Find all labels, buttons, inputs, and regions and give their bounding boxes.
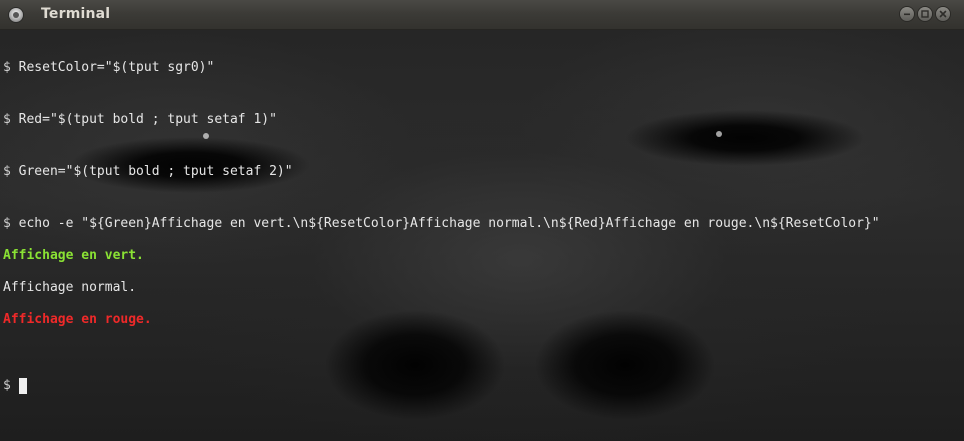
prompt: $ xyxy=(3,112,11,127)
prompt: $ xyxy=(3,60,11,75)
text-cursor xyxy=(18,378,27,394)
command-line-1: $ ResetColor="$(tput sgr0)" xyxy=(3,60,961,76)
command-line-4: $ echo -e "${Green}Affichage en vert.\n$… xyxy=(3,216,961,232)
output-red: Affichage en rouge. xyxy=(3,312,152,327)
command-text: Red="$(tput bold ; tput setaf 1)" xyxy=(18,112,277,127)
terminal-area[interactable]: $ ResetColor="$(tput sgr0)" $ Red="$(tpu… xyxy=(0,30,964,441)
close-icon xyxy=(939,10,947,18)
window-title: Terminal xyxy=(41,6,111,22)
title-bar[interactable]: Terminal xyxy=(0,0,964,30)
prompt: $ xyxy=(3,216,11,231)
prompt: $ xyxy=(3,378,11,393)
command-line-3: $ Green="$(tput bold ; tput setaf 2)" xyxy=(3,164,961,180)
maximize-button[interactable] xyxy=(918,7,932,21)
command-line-2: $ Red="$(tput bold ; tput setaf 1)" xyxy=(3,112,961,128)
maximize-icon xyxy=(921,10,929,18)
output-green: Affichage en vert. xyxy=(3,248,144,263)
output-normal: Affichage normal. xyxy=(3,280,137,295)
command-text: echo -e "${Green}Affichage en vert.\n${R… xyxy=(18,216,880,231)
command-text: ResetColor="$(tput sgr0)" xyxy=(18,60,215,75)
close-button[interactable] xyxy=(936,7,950,21)
minimize-icon xyxy=(904,13,910,16)
terminal-window: Terminal $ ResetColor="$(tput sgr0)" $ R… xyxy=(0,0,964,441)
active-prompt-line[interactable]: $ xyxy=(3,378,961,394)
terminal-output: $ ResetColor="$(tput sgr0)" $ Red="$(tpu… xyxy=(3,30,961,426)
command-text: Green="$(tput bold ; tput setaf 2)" xyxy=(18,164,293,179)
prompt: $ xyxy=(3,164,11,179)
minimize-button[interactable] xyxy=(900,7,914,21)
terminal-app-icon xyxy=(9,8,23,22)
